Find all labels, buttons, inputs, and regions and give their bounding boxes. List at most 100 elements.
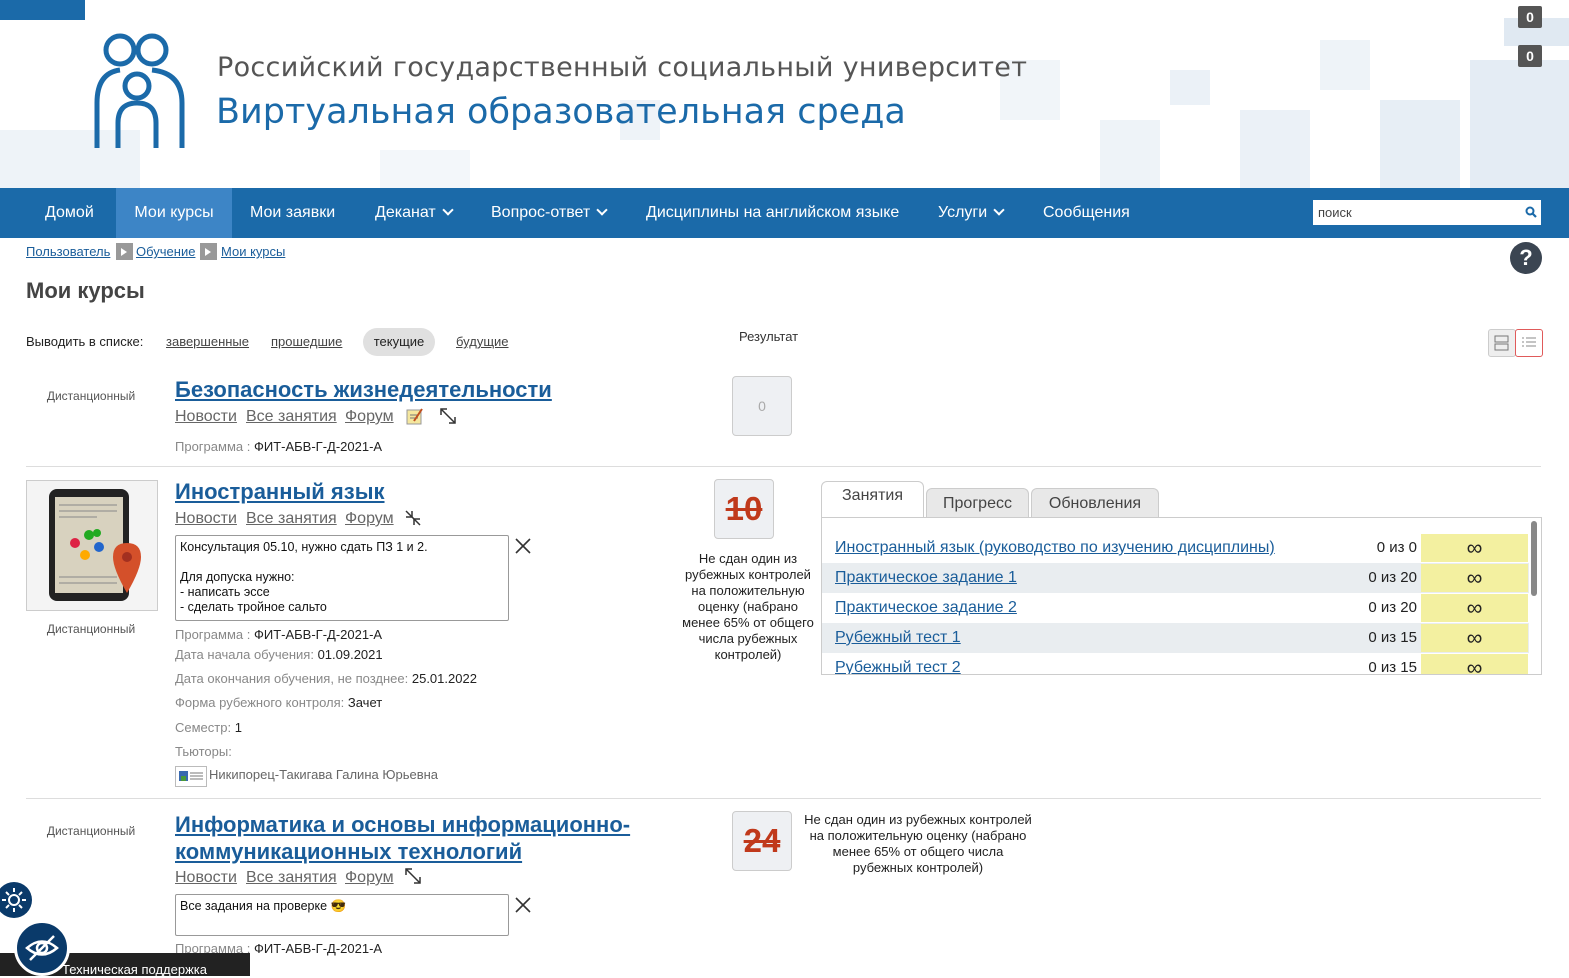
grid-view-button[interactable] bbox=[1488, 329, 1516, 357]
nav-label: Мои курсы bbox=[134, 204, 214, 221]
nav-label: Деканат bbox=[375, 204, 436, 221]
header-decor bbox=[1100, 120, 1160, 188]
program-label: Программа bbox=[175, 439, 244, 454]
course-note[interactable]: Все задания на проверке 😎 bbox=[175, 894, 509, 936]
edit-note-icon[interactable] bbox=[406, 407, 424, 425]
tab-updates[interactable]: Обновления bbox=[1031, 488, 1159, 519]
nav-item-my-requests[interactable]: Мои заявки bbox=[250, 188, 335, 238]
lesson-row: Иностранный язык (руководство по изучени… bbox=[822, 533, 1529, 563]
expand-icon[interactable] bbox=[439, 407, 457, 425]
tab-progress[interactable]: Прогресс bbox=[926, 488, 1029, 519]
course-title-line2[interactable]: коммуникационных технологий bbox=[175, 838, 522, 865]
nav-label: Вопрос-ответ bbox=[491, 204, 591, 221]
lessons-scrollbar[interactable] bbox=[1531, 521, 1537, 596]
semester-value: 1 bbox=[234, 720, 242, 735]
tablet-map-image bbox=[49, 489, 141, 601]
filter-completed[interactable]: завершенные bbox=[166, 334, 249, 349]
breadcrumb-learning[interactable]: Обучение bbox=[136, 244, 195, 259]
university-logo[interactable] bbox=[90, 28, 190, 153]
search-icon[interactable] bbox=[1525, 206, 1537, 218]
university-name: Российский государственный социальный ун… bbox=[217, 52, 1028, 83]
course-program: Программа : ФИТ-АБВ-Г-Д-2021-А bbox=[175, 439, 383, 454]
filter-current[interactable]: текущие bbox=[363, 328, 435, 356]
course-fail-note: Не сдан один из рубежных контролей на по… bbox=[682, 551, 814, 662]
course-forum-link[interactable]: Форум bbox=[345, 869, 394, 887]
search-input[interactable] bbox=[1313, 200, 1513, 225]
tab-lessons[interactable]: Занятия bbox=[821, 481, 924, 518]
course-forum-link[interactable]: Форум bbox=[345, 510, 394, 528]
course-lessons-link[interactable]: Все занятия bbox=[246, 510, 337, 528]
end-value: 25.01.2022 bbox=[411, 671, 477, 686]
search-box bbox=[1313, 200, 1541, 225]
expand-icon[interactable] bbox=[404, 867, 422, 885]
course-note[interactable]: Консультация 05.10, нужно сдать ПЗ 1 и 2… bbox=[175, 535, 509, 621]
filter-future[interactable]: будущие bbox=[456, 334, 509, 349]
header-decor bbox=[380, 150, 470, 188]
breadcrumb-my-courses[interactable]: Мои курсы bbox=[221, 244, 285, 259]
message-counter[interactable]: 0 bbox=[1518, 45, 1542, 67]
lesson-score: 0 из 20 bbox=[1368, 569, 1417, 586]
control-label: Форма рубежного контроля bbox=[175, 695, 341, 710]
course-thumbnail[interactable] bbox=[26, 480, 158, 611]
nav-item-my-courses[interactable]: Мои курсы bbox=[116, 188, 232, 238]
accessibility-settings-icon[interactable] bbox=[0, 880, 32, 920]
course-title[interactable]: Иностранный язык bbox=[175, 478, 385, 505]
lesson-score: 0 из 15 bbox=[1368, 629, 1417, 646]
result-column-label: Результат bbox=[739, 329, 799, 344]
header-decor bbox=[1320, 40, 1370, 90]
site-header: Российский государственный социальный ун… bbox=[0, 0, 1569, 188]
nav-label: Домой bbox=[45, 204, 94, 221]
control-value: Зачет bbox=[347, 695, 383, 710]
lesson-row: Рубежный тест 2 0 из 15 ∞ bbox=[822, 653, 1529, 675]
tutor-card-icon bbox=[175, 766, 207, 787]
course-title[interactable]: Безопасность жизнедеятельности bbox=[175, 376, 552, 403]
course-title-line1[interactable]: Информатика и основы информационно- bbox=[175, 811, 630, 838]
page-title: Мои курсы bbox=[26, 278, 145, 303]
nav-label: Дисциплины на английском языке bbox=[646, 204, 900, 221]
close-note-icon[interactable] bbox=[514, 537, 532, 555]
lesson-link[interactable]: Рубежный тест 1 bbox=[835, 629, 961, 647]
lesson-link[interactable]: Практическое задание 1 bbox=[835, 569, 1017, 587]
lesson-link[interactable]: Иностранный язык (руководство по изучени… bbox=[835, 539, 1275, 557]
nav-item-qa[interactable]: Вопрос-ответ bbox=[491, 188, 608, 238]
breadcrumb-arrow-icon bbox=[116, 243, 133, 260]
notification-counter[interactable]: 0 bbox=[1518, 6, 1542, 28]
course-news-link[interactable]: Новости bbox=[175, 869, 237, 887]
tutor-name[interactable]: Никипорец-Такигава Галина Юрьевна bbox=[209, 767, 438, 782]
breadcrumb-user[interactable]: Пользователь bbox=[26, 244, 110, 259]
lesson-link[interactable]: Рубежный тест 2 bbox=[835, 659, 961, 674]
nav-item-home[interactable]: Домой bbox=[27, 188, 112, 238]
lesson-row: Практическое задание 1 0 из 20 ∞ bbox=[822, 563, 1529, 593]
visually-impaired-button[interactable] bbox=[14, 920, 70, 976]
course-end-date: Дата окончания обучения, не позднее: 25.… bbox=[175, 671, 477, 686]
course-forum-link[interactable]: Форум bbox=[345, 408, 394, 426]
nav-item-english-courses[interactable]: Дисциплины на английском языке bbox=[646, 188, 899, 238]
course-divider bbox=[26, 798, 1541, 799]
course-semester: Семестр: 1 bbox=[175, 720, 242, 735]
course-news-link[interactable]: Новости bbox=[175, 510, 237, 528]
program-value: ФИТ-АБВ-Г-Д-2021-А bbox=[253, 941, 383, 956]
header-decor bbox=[1240, 110, 1310, 188]
tech-support-label: Техническая поддержка bbox=[62, 962, 207, 976]
start-label: Дата начала обучения: bbox=[175, 647, 314, 662]
help-icon[interactable]: ? bbox=[1510, 242, 1542, 274]
nav-item-services[interactable]: Услуги bbox=[938, 188, 1005, 238]
nav-label: Услуги bbox=[938, 204, 988, 221]
course-lessons-link[interactable]: Все занятия bbox=[246, 408, 337, 426]
course-news-link[interactable]: Новости bbox=[175, 408, 237, 426]
nav-item-deanery[interactable]: Деканат bbox=[375, 188, 454, 238]
list-view-button[interactable] bbox=[1515, 329, 1543, 357]
lesson-score: 0 из 15 bbox=[1368, 659, 1417, 675]
collapse-icon[interactable] bbox=[404, 509, 422, 527]
grid-view-icon bbox=[1494, 335, 1509, 351]
nav-item-messages[interactable]: Сообщения bbox=[1043, 188, 1130, 238]
eye-off-icon bbox=[25, 935, 59, 961]
lesson-score: 0 из 20 bbox=[1368, 599, 1417, 616]
close-note-icon[interactable] bbox=[514, 896, 532, 914]
lesson-link[interactable]: Практическое задание 2 bbox=[835, 599, 1017, 617]
lesson-row: Рубежный тест 1 0 из 15 ∞ bbox=[822, 623, 1529, 653]
chevron-down-icon bbox=[596, 204, 608, 216]
breadcrumb-arrow-icon bbox=[200, 243, 217, 260]
course-lessons-link[interactable]: Все занятия bbox=[246, 869, 337, 887]
filter-past[interactable]: прошедшие bbox=[271, 334, 342, 349]
